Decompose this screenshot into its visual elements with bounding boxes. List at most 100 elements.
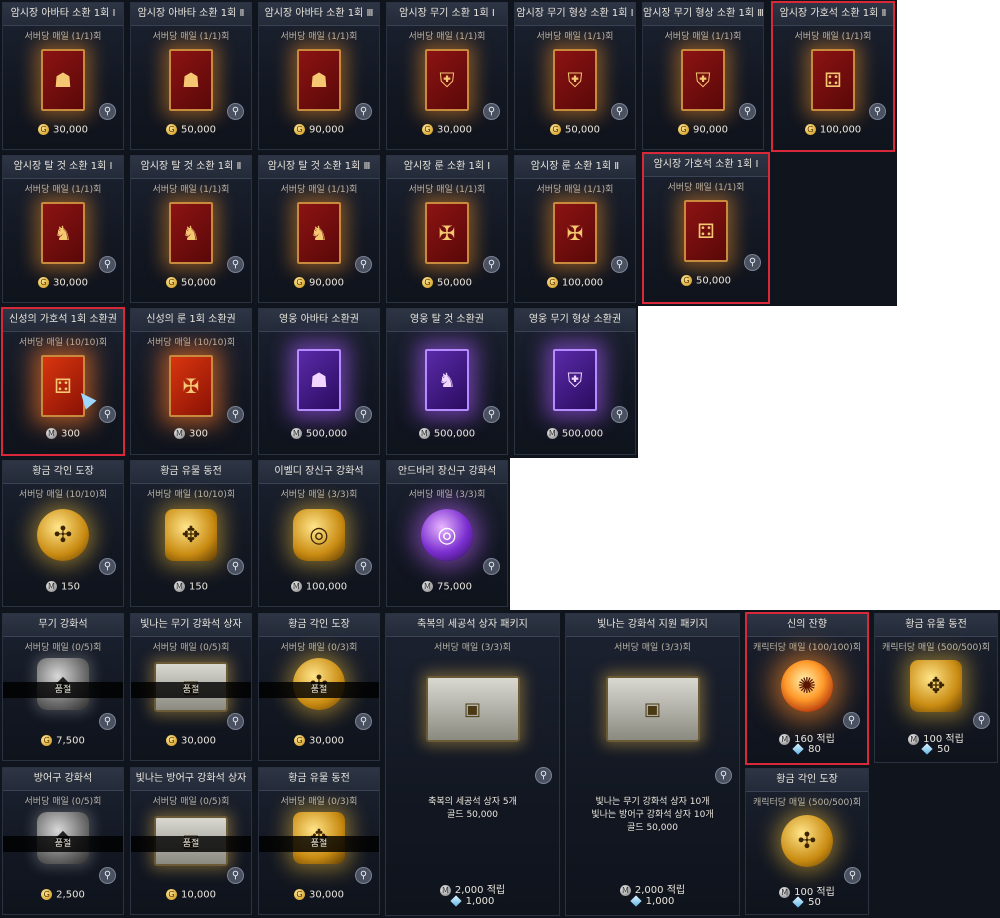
- shop-item-card[interactable]: 영웅 무기 형상 소환권 ⛨ ⚲ M 500,000: [514, 308, 636, 455]
- item-limit: 서버당 매일 (1/1)회: [664, 32, 742, 42]
- search-icon[interactable]: ⚲: [483, 103, 500, 120]
- shop-item-card-soldout[interactable]: 빛나는 무기 강화석 상자 서버당 매일 (0/5)회 ▣ 품절 ⚲ G30,0…: [130, 613, 252, 761]
- search-icon[interactable]: ⚲: [227, 867, 244, 884]
- search-icon[interactable]: ⚲: [483, 406, 500, 423]
- search-icon[interactable]: ⚲: [973, 712, 990, 729]
- item-limit: 서버당 매일 (3/3)회: [408, 490, 486, 500]
- search-icon[interactable]: ⚲: [744, 254, 761, 271]
- gold-coin-icon: G: [294, 889, 305, 900]
- shop-item-card[interactable]: 안드바리 장신구 강화석 서버당 매일 (3/3)회 ◎ ⚲ M 75,000: [386, 460, 508, 607]
- shop-item-card[interactable]: 영웅 탈 것 소환권 ♞ ⚲ M 500,000: [386, 308, 508, 455]
- item-price: 30,000: [309, 889, 344, 901]
- shop-item-card[interactable]: 암시장 아바타 소환 1회 Ⅲ 서버당 매일 (1/1)회 ☗ ⚲ G 90,00…: [258, 2, 380, 150]
- shop-item-card[interactable]: 황금 각인 도장 캐릭터당 매일 (500/500)회 ✣ ⚲ M 100 적립 …: [745, 768, 869, 915]
- shop-item-card[interactable]: 암시장 아바타 소환 1회 Ⅱ 서버당 매일 (1/1)회 ☗ ⚲ G 50,00…: [130, 2, 252, 150]
- shop-item-card[interactable]: 암시장 탈 것 소환 1회 Ⅰ 서버당 매일 (1/1)회 ♞ ⚲ G 30,00…: [2, 155, 124, 303]
- gold-coin-icon: G: [166, 277, 177, 288]
- search-icon[interactable]: ⚲: [715, 767, 732, 784]
- search-icon[interactable]: ⚲: [739, 103, 756, 120]
- item-title: 암시장 탈 것 소환 1회 Ⅰ: [3, 156, 123, 179]
- shop-item-card[interactable]: 암시장 룬 소환 1회 Ⅰ 서버당 매일 (1/1)회 ✠ ⚲ G 50,000: [386, 155, 508, 303]
- search-icon[interactable]: ⚲: [227, 406, 244, 423]
- item-limit: 서버당 매일 (1/1)회: [280, 185, 358, 195]
- weapon-summon-book-icon: ⛨: [681, 49, 725, 111]
- search-icon[interactable]: ⚲: [483, 558, 500, 575]
- shop-item-card[interactable]: 신성의 룬 1회 소환권 서버당 매일 (10/10)회 ✠ ⚲ M 300: [130, 308, 252, 455]
- search-icon[interactable]: ⚲: [99, 406, 116, 423]
- item-title: 영웅 탈 것 소환권: [387, 309, 507, 332]
- search-icon[interactable]: ⚲: [355, 713, 372, 730]
- shop-item-card-highlighted[interactable]: 신의 잔향 캐릭터당 매일 (100/100)회 ✺ ⚲ M 160 적립 80: [745, 612, 869, 765]
- search-icon[interactable]: ⚲: [483, 256, 500, 273]
- search-icon[interactable]: ⚲: [355, 406, 372, 423]
- shop-item-card-soldout[interactable]: 황금 각인 도장 서버당 매일 (0/3)회 ✣ 품절 ⚲ G30,000: [258, 613, 380, 761]
- search-icon[interactable]: ⚲: [535, 767, 552, 784]
- search-icon[interactable]: ⚲: [355, 256, 372, 273]
- search-icon[interactable]: ⚲: [227, 103, 244, 120]
- search-icon[interactable]: ⚲: [843, 712, 860, 729]
- search-icon[interactable]: ⚲: [355, 103, 372, 120]
- search-icon[interactable]: ⚲: [611, 103, 628, 120]
- shop-item-card[interactable]: 황금 유물 동전 캐릭터당 매일 (500/500)회 ✥ ⚲ M 100 적립 …: [874, 613, 998, 763]
- ivaldi-accessory-stone-icon: ◎: [293, 509, 345, 561]
- search-icon[interactable]: ⚲: [611, 256, 628, 273]
- search-icon[interactable]: ⚲: [869, 103, 886, 120]
- gold-coin-icon: G: [38, 124, 49, 135]
- search-icon[interactable]: ⚲: [99, 256, 116, 273]
- item-title: 빛나는 강화석 지원 패키지: [566, 614, 739, 637]
- package-card[interactable]: 축복의 세공석 상자 패키지 서버당 매일 (3/3)회 ▣ ⚲ 축복의 세공석…: [385, 613, 560, 916]
- shop-item-card[interactable]: 영웅 아바타 소환권 ☗ ⚲ M 500,000: [258, 308, 380, 455]
- shop-item-card[interactable]: 암시장 아바타 소환 1회 Ⅰ 서버당 매일 (1/1)회 ☗ ⚲ G 30,00…: [2, 2, 124, 150]
- item-limit: 서버당 매일 (0/5)회: [152, 643, 230, 653]
- shop-item-card-soldout[interactable]: 무기 강화석 서버당 매일 (0/5)회 ◆ 품절 ⚲ G7,500: [2, 613, 124, 761]
- item-limit: 서버당 매일 (1/1)회: [408, 32, 486, 42]
- search-icon[interactable]: ⚲: [611, 406, 628, 423]
- item-price: 2,000 적립: [634, 885, 686, 896]
- search-icon[interactable]: ⚲: [227, 256, 244, 273]
- item-title: 황금 각인 도장: [259, 614, 379, 637]
- gold-coin-icon: G: [804, 124, 816, 135]
- shop-item-card-highlighted[interactable]: 신성의 가호석 1회 소환권 서버당 매일 (10/10)회 ⚃ ⚲ M 300: [1, 307, 125, 456]
- item-price: 30,000: [181, 735, 216, 747]
- shop-item-card[interactable]: 황금 각인 도장 서버당 매일 (10/10)회 ✣ ⚲ M 150: [2, 460, 124, 607]
- item-price-crystal: 50: [808, 897, 821, 908]
- silver-coin-icon: M: [546, 428, 558, 439]
- shop-item-card-soldout[interactable]: 방어구 강화석 서버당 매일 (0/5)회 ◆ 품절 ⚲ G2,500: [2, 767, 124, 915]
- item-price-crystal: 80: [808, 744, 821, 755]
- item-price: 30,000: [53, 124, 88, 136]
- shop-item-card-highlighted[interactable]: 암시장 가호석 소환 1회 Ⅰ 서버당 매일 (1/1)회 ⚃ ⚲ G 50,00…: [642, 152, 770, 304]
- search-icon[interactable]: ⚲: [355, 558, 372, 575]
- search-icon[interactable]: ⚲: [844, 867, 861, 884]
- item-title: 암시장 아바타 소환 1회 Ⅲ: [259, 3, 379, 26]
- item-price: 300: [188, 428, 209, 440]
- shop-item-card[interactable]: 암시장 무기 형상 소환 1회 Ⅲ 서버당 매일 (1/1)회 ⛨ ⚲ G 90,…: [642, 2, 764, 150]
- search-icon[interactable]: ⚲: [227, 713, 244, 730]
- search-icon[interactable]: ⚲: [355, 867, 372, 884]
- shop-item-card-soldout[interactable]: 황금 유물 동전 서버당 매일 (0/3)회 ✥ 품절 ⚲ G30,000: [258, 767, 380, 915]
- shop-item-card[interactable]: 암시장 탈 것 소환 1회 Ⅱ 서버당 매일 (1/1)회 ♞ ⚲ G 50,00…: [130, 155, 252, 303]
- shop-item-card[interactable]: 암시장 탈 것 소환 1회 Ⅲ 서버당 매일 (1/1)회 ♞ ⚲ G 90,00…: [258, 155, 380, 303]
- item-limit: 서버당 매일 (3/3)회: [280, 490, 358, 500]
- item-price-crystal: 1,000: [645, 896, 675, 907]
- divine-guardian-stone-ticket-icon: ⚃: [41, 355, 85, 417]
- package-card[interactable]: 빛나는 강화석 지원 패키지 서버당 매일 (3/3)회 ▣ ⚲ 빛나는 무기 …: [565, 613, 740, 916]
- shop-item-card[interactable]: 이벨디 장신구 강화석 서버당 매일 (3/3)회 ◎ ⚲ M 100,000: [258, 460, 380, 607]
- shop-item-card-soldout[interactable]: 빛나는 방어구 강화석 상자 서버당 매일 (0/5)회 ▣ 품절 ⚲ G10,…: [130, 767, 252, 915]
- shop-item-card[interactable]: 암시장 무기 형상 소환 1회 Ⅰ 서버당 매일 (1/1)회 ⛨ ⚲ G 50,…: [514, 2, 636, 150]
- shop-item-card[interactable]: 암시장 룬 소환 1회 Ⅱ 서버당 매일 (1/1)회 ✠ ⚲ G 100,000: [514, 155, 636, 303]
- item-limit: 서버당 매일 (1/1)회: [667, 183, 745, 193]
- shop-item-card-highlighted[interactable]: 암시장 가호석 소환 1회 Ⅱ 서버당 매일 (1/1)회 ⚃ ⚲ G 100,0…: [771, 1, 895, 152]
- search-icon[interactable]: ⚲: [99, 558, 116, 575]
- search-icon[interactable]: ⚲: [227, 558, 244, 575]
- item-limit: 서버당 매일 (3/3)회: [434, 643, 511, 653]
- soldout-banner: 품절: [259, 836, 379, 852]
- item-price: 100,000: [305, 581, 348, 593]
- search-icon[interactable]: ⚲: [99, 867, 116, 884]
- item-limit: 서버당 매일 (3/3)회: [614, 643, 691, 653]
- item-title: 황금 각인 도장: [746, 769, 868, 792]
- search-icon[interactable]: ⚲: [99, 713, 116, 730]
- shop-item-card[interactable]: 황금 유물 동전 서버당 매일 (10/10)회 ✥ ⚲ M 150: [130, 460, 252, 607]
- shop-item-card[interactable]: 암시장 무기 소환 1회 Ⅰ 서버당 매일 (1/1)회 ⛨ ⚲ G 30,000: [386, 2, 508, 150]
- gold-coin-icon: G: [166, 889, 177, 900]
- search-icon[interactable]: ⚲: [99, 103, 116, 120]
